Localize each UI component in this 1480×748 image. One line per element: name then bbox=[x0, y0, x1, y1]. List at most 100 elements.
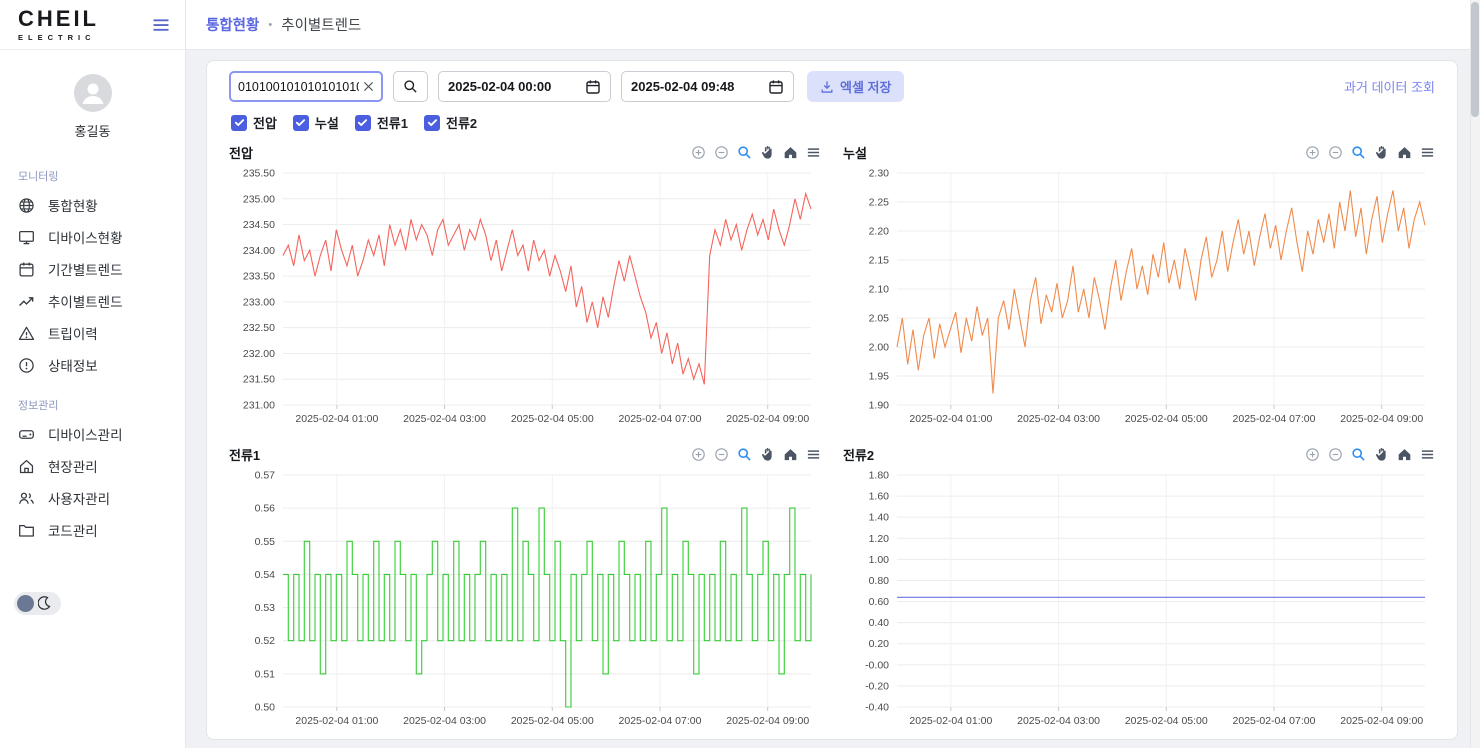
date-to-input[interactable] bbox=[631, 79, 755, 94]
box-zoom-icon[interactable] bbox=[737, 145, 752, 160]
zoom-out-icon[interactable] bbox=[714, 145, 729, 160]
x-axis: 2025-02-04 01:002025-02-04 03:002025-02-… bbox=[909, 475, 1423, 727]
sidebar-item-label: 디바이스관리 bbox=[48, 424, 123, 444]
svg-text:0.60: 0.60 bbox=[869, 596, 890, 608]
calendar-icon[interactable] bbox=[768, 79, 784, 95]
svg-text:0.55: 0.55 bbox=[255, 536, 276, 548]
scrollbar[interactable] bbox=[1470, 0, 1480, 748]
logo-subtext: ELECTRIC bbox=[18, 33, 99, 42]
sidebar-item-users[interactable]: 사용자관리 bbox=[0, 482, 185, 514]
zoom-in-icon[interactable] bbox=[1305, 145, 1320, 160]
zoom-in-icon[interactable] bbox=[1305, 447, 1320, 462]
series-checkbox-label: 전류1 bbox=[377, 113, 408, 132]
sidebar-item-home[interactable]: 현장관리 bbox=[0, 450, 185, 482]
pan-icon[interactable] bbox=[1374, 447, 1389, 462]
chart-plot-area[interactable]: 0.570.560.550.540.530.520.510.502025-02-… bbox=[229, 465, 821, 738]
svg-text:2025-02-04 07:00: 2025-02-04 07:00 bbox=[1233, 413, 1316, 425]
sidebar-item-label: 현장관리 bbox=[48, 456, 98, 476]
zoom-out-icon[interactable] bbox=[714, 447, 729, 462]
svg-text:2025-02-04 03:00: 2025-02-04 03:00 bbox=[403, 413, 486, 425]
breadcrumb-root[interactable]: 통합현황 bbox=[206, 14, 259, 35]
theme-toggle[interactable] bbox=[14, 592, 61, 615]
svg-text:1.90: 1.90 bbox=[869, 400, 890, 412]
calendar-icon[interactable] bbox=[585, 79, 601, 95]
zoom-out-icon[interactable] bbox=[1328, 447, 1343, 462]
excel-save-label: 엑셀 저장 bbox=[840, 77, 891, 96]
home-icon[interactable] bbox=[783, 145, 798, 160]
svg-text:1.20: 1.20 bbox=[869, 533, 890, 545]
svg-text:2025-02-04 09:00: 2025-02-04 09:00 bbox=[1340, 413, 1423, 425]
chart-plot-area[interactable]: 2.302.252.202.152.102.052.001.951.902025… bbox=[843, 163, 1435, 436]
series-checkbox-3[interactable]: 전류1 bbox=[355, 113, 408, 132]
menu-icon[interactable] bbox=[1420, 447, 1435, 462]
excel-save-button[interactable]: 엑셀 저장 bbox=[807, 71, 904, 102]
series-checkbox-2[interactable]: 누설 bbox=[293, 113, 339, 132]
menu-icon[interactable] bbox=[806, 145, 821, 160]
date-from-input[interactable] bbox=[448, 79, 572, 94]
home-icon[interactable] bbox=[1397, 447, 1412, 462]
globe-icon bbox=[18, 197, 35, 214]
menu-icon[interactable] bbox=[806, 447, 821, 462]
chart-title: 전류2 bbox=[843, 445, 874, 464]
chart-canvas: 235.50235.00234.50234.00233.50233.00232.… bbox=[229, 163, 821, 431]
sidebar-item-device[interactable]: 디바이스관리 bbox=[0, 418, 185, 450]
svg-text:2025-02-04 05:00: 2025-02-04 05:00 bbox=[1125, 715, 1208, 727]
clear-icon[interactable] bbox=[359, 81, 374, 92]
chart-panel-1: 전압235.50235.00234.50234.00233.50233.0023… bbox=[229, 134, 821, 436]
menu-icon[interactable] bbox=[1420, 145, 1435, 160]
chart-header: 전류2 bbox=[843, 444, 1435, 465]
chart-toolbar bbox=[691, 145, 821, 160]
box-zoom-icon[interactable] bbox=[737, 447, 752, 462]
date-to-field bbox=[621, 71, 794, 102]
sidebar-item-monitor[interactable]: 디바이스현황 bbox=[0, 221, 185, 253]
chart-panel-2: 누설2.302.252.202.152.102.052.001.951.9020… bbox=[843, 134, 1435, 436]
home-icon[interactable] bbox=[1397, 145, 1412, 160]
svg-text:0.20: 0.20 bbox=[869, 638, 890, 650]
home-icon[interactable] bbox=[783, 447, 798, 462]
svg-text:2.00: 2.00 bbox=[869, 342, 890, 354]
chart-plot-area[interactable]: 1.801.601.401.201.000.800.600.400.20-0.0… bbox=[843, 465, 1435, 738]
zoom-in-icon[interactable] bbox=[691, 145, 706, 160]
sidebar-item-folder[interactable]: 코드관리 bbox=[0, 514, 185, 546]
zoom-in-icon[interactable] bbox=[691, 447, 706, 462]
search-button[interactable] bbox=[393, 71, 428, 102]
device-id-input[interactable] bbox=[238, 80, 359, 94]
sidebar-item-info[interactable]: 상태정보 bbox=[0, 349, 185, 381]
scrollbar-thumb[interactable] bbox=[1471, 2, 1479, 117]
box-zoom-icon[interactable] bbox=[1351, 145, 1366, 160]
pan-icon[interactable] bbox=[1374, 145, 1389, 160]
svg-text:231.50: 231.50 bbox=[243, 374, 275, 386]
chart-canvas: 0.570.560.550.540.530.520.510.502025-02-… bbox=[229, 465, 821, 733]
svg-text:232.50: 232.50 bbox=[243, 322, 275, 334]
content: 엑셀 저장 과거 데이터 조회 전압 누설 전류1 전류2 전압235.50235.0… bbox=[186, 50, 1480, 748]
chart-plot-area[interactable]: 235.50235.00234.50234.00233.50233.00232.… bbox=[229, 163, 821, 436]
sidebar-item-calendar[interactable]: 기간별트렌드 bbox=[0, 253, 185, 285]
series-checkbox-1[interactable]: 전압 bbox=[231, 113, 277, 132]
sidebar: CHEIL ELECTRIC 홍길동 모니터링통합현황디바이스현황기간별트렌드추… bbox=[0, 0, 186, 748]
svg-text:2025-02-04 09:00: 2025-02-04 09:00 bbox=[726, 715, 809, 727]
trend-icon bbox=[18, 293, 35, 310]
sidebar-item-warning[interactable]: 트립이력 bbox=[0, 317, 185, 349]
sidebar-toggle-button[interactable] bbox=[151, 15, 171, 35]
sidebar-item-trend[interactable]: 추이별트렌드 bbox=[0, 285, 185, 317]
history-data-link[interactable]: 과거 데이터 조회 bbox=[1344, 77, 1435, 96]
svg-text:235.00: 235.00 bbox=[243, 193, 275, 205]
pan-icon[interactable] bbox=[760, 145, 775, 160]
zoom-out-icon[interactable] bbox=[1328, 145, 1343, 160]
users-icon bbox=[18, 490, 35, 507]
svg-text:0.53: 0.53 bbox=[255, 602, 276, 614]
svg-text:2025-02-04 07:00: 2025-02-04 07:00 bbox=[619, 413, 702, 425]
svg-text:-0.00: -0.00 bbox=[865, 659, 889, 671]
pan-icon[interactable] bbox=[760, 447, 775, 462]
svg-text:2025-02-04 01:00: 2025-02-04 01:00 bbox=[295, 715, 378, 727]
svg-text:2025-02-04 03:00: 2025-02-04 03:00 bbox=[1017, 413, 1100, 425]
svg-text:0.54: 0.54 bbox=[255, 569, 276, 581]
series-checkbox-4[interactable]: 전류2 bbox=[424, 113, 477, 132]
svg-text:0.51: 0.51 bbox=[255, 668, 276, 680]
svg-text:1.95: 1.95 bbox=[869, 371, 890, 383]
sidebar-item-globe[interactable]: 통합현황 bbox=[0, 189, 185, 221]
chart-canvas: 2.302.252.202.152.102.052.001.951.902025… bbox=[843, 163, 1435, 431]
box-zoom-icon[interactable] bbox=[1351, 447, 1366, 462]
warning-icon bbox=[18, 325, 35, 342]
svg-text:0.80: 0.80 bbox=[869, 575, 890, 587]
